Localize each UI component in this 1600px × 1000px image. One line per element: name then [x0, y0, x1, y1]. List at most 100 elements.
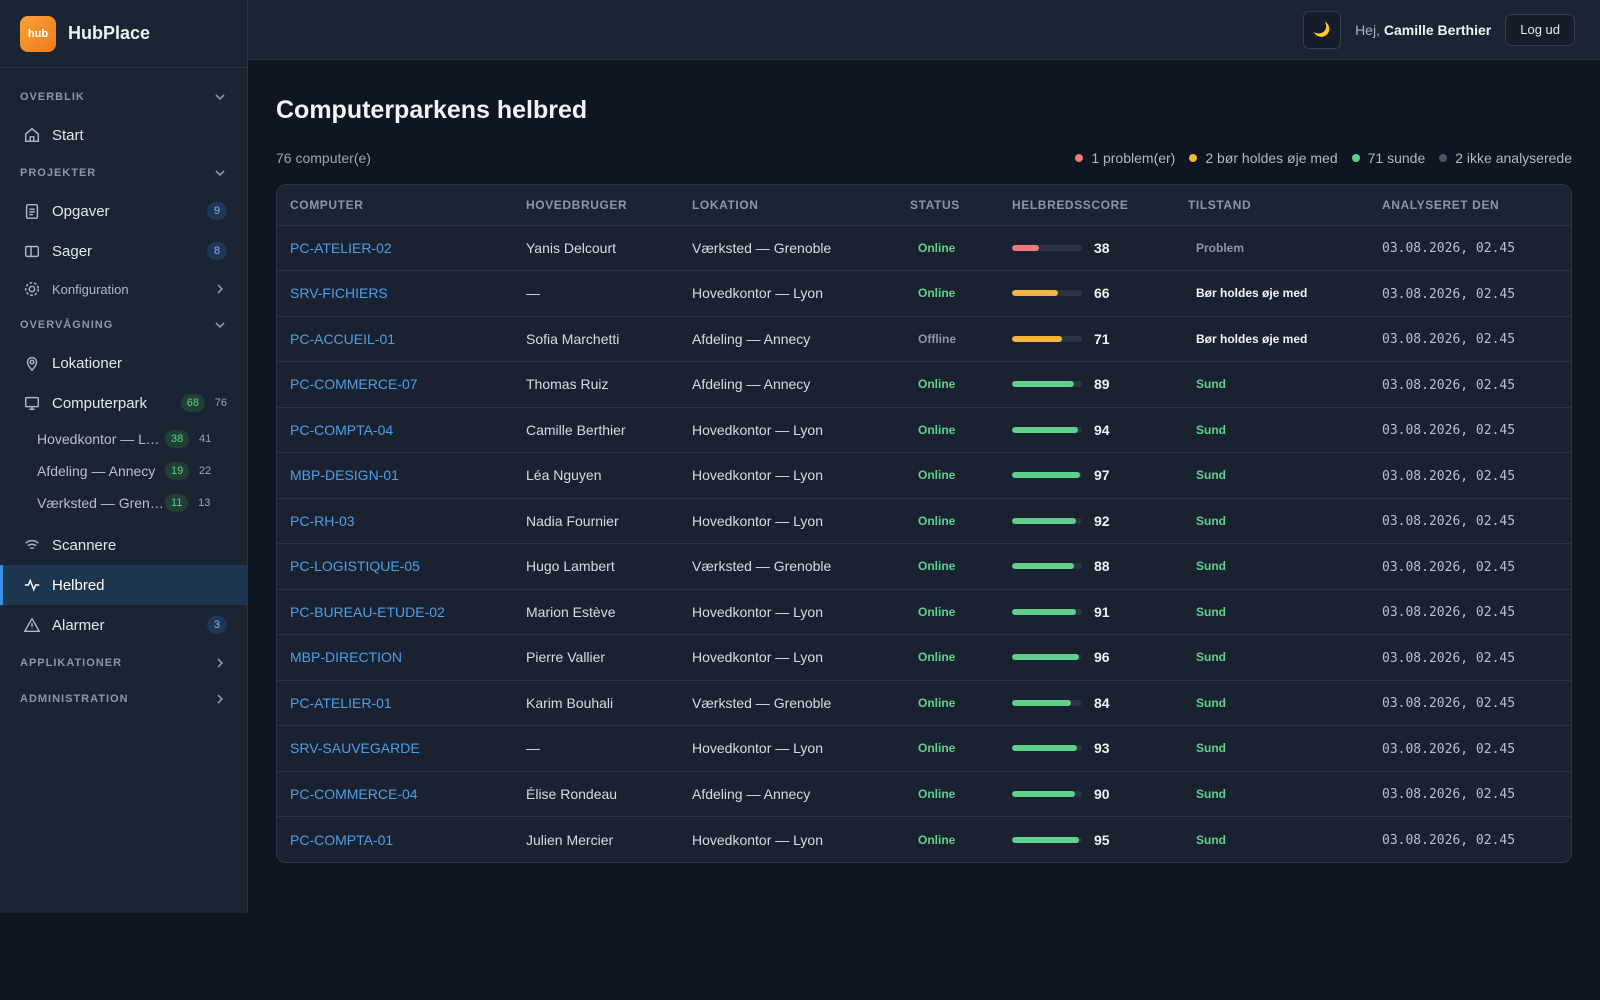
- sidebar-subitem-hovedkontor[interactable]: Hovedkontor — Lyon 38 41: [0, 423, 247, 455]
- table-row[interactable]: PC-BUREAU-ETUDE-02 Marion Estève Hovedkont…: [277, 589, 1571, 635]
- computer-link[interactable]: PC-ATELIER-02: [290, 240, 392, 256]
- cell-computer: SRV-FICHIERS: [277, 270, 513, 317]
- table-row[interactable]: PC-ATELIER-02 Yanis Delcourt Værksted — Gr…: [277, 225, 1571, 271]
- table-row[interactable]: PC-RH-03 Nadia Fournier Hovedkontor — Lyon…: [277, 498, 1571, 544]
- health-score: 94: [1012, 422, 1175, 438]
- score-bar-fill: [1012, 290, 1059, 297]
- computer-link[interactable]: SRV-SAUVEGARDE: [290, 740, 420, 756]
- section-label: PROJEKTER: [20, 167, 97, 179]
- table-row[interactable]: SRV-SAUVEGARDE — Hovedkontor — Lyon Online 9…: [277, 725, 1571, 772]
- computer-link[interactable]: PC-COMPTA-04: [290, 422, 393, 438]
- computer-link[interactable]: MBP-DIRECTION: [290, 649, 402, 665]
- table-row[interactable]: PC-ATELIER-01 Karim Bouhali Værksted — Gre…: [277, 680, 1571, 726]
- cell-location: Hovedkontor — Lyon: [679, 634, 897, 681]
- score-bar-fill: [1012, 472, 1080, 479]
- computer-link[interactable]: PC-BUREAU-ETUDE-02: [290, 604, 445, 620]
- cell-location: Hovedkontor — Lyon: [679, 725, 897, 772]
- computer-link[interactable]: SRV-FICHIERS: [290, 285, 388, 301]
- section-label: OVERBLIK: [20, 91, 85, 103]
- computer-link[interactable]: PC-COMMERCE-07: [290, 376, 418, 392]
- cell-location: Værksted — Grenoble: [679, 680, 897, 726]
- column-header-status[interactable]: STATUS: [897, 185, 999, 226]
- column-header-computer[interactable]: COMPUTER: [277, 185, 513, 226]
- cell-analyzed: 03.08.2026, 02.45: [1369, 771, 1571, 817]
- section-projekter[interactable]: PROJEKTER: [0, 155, 247, 191]
- condition-badge: Problem: [1196, 240, 1245, 255]
- section-applikationer[interactable]: APPLIKATIONER: [0, 645, 247, 681]
- cell-analyzed: 03.08.2026, 02.45: [1369, 498, 1571, 544]
- computer-link[interactable]: PC-LOGISTIQUE-05: [290, 558, 420, 574]
- brand[interactable]: hub HubPlace: [0, 0, 247, 68]
- sidebar-item-helbred[interactable]: Helbred: [0, 565, 247, 605]
- cell-location: Værksted — Grenoble: [679, 225, 897, 271]
- topbar: 🌙 Hej, Camille Berthier Log ud: [248, 0, 1600, 60]
- cell-condition: Sund: [1175, 725, 1369, 772]
- user-name: Camille Berthier: [1383, 21, 1492, 38]
- sidebar-item-opgaver[interactable]: Opgaver 9: [0, 191, 247, 231]
- sidebar-subitem-label: Værksted — Grenoble: [37, 495, 165, 511]
- table-row[interactable]: MBP-DESIGN-01 Léa Nguyen Hovedkontor — Lyo…: [277, 452, 1571, 499]
- computer-link[interactable]: PC-ACCUEIL-01: [290, 331, 395, 347]
- computer-link[interactable]: MBP-DESIGN-01: [290, 467, 399, 483]
- analyzed-date: 03.08.2026, 02.45: [1382, 696, 1516, 712]
- table-row[interactable]: PC-COMMERCE-04 Élise Rondeau Afdeling — An…: [277, 771, 1571, 817]
- health-score: 97: [1012, 467, 1175, 483]
- health-score: 95: [1012, 832, 1175, 848]
- column-header-user[interactable]: HOVEDBRUGER: [513, 185, 679, 226]
- cell-analyzed: 03.08.2026, 02.45: [1369, 634, 1571, 681]
- computer-link[interactable]: PC-COMMERCE-04: [290, 786, 418, 802]
- table-row[interactable]: SRV-FICHIERS — Hovedkontor — Lyon Online 66 B…: [277, 270, 1571, 317]
- table-header-row: COMPUTER HOVEDBRUGER LOKATION STATUS HEL…: [277, 185, 1571, 226]
- cell-condition: Sund: [1175, 361, 1369, 408]
- computer-link[interactable]: PC-RH-03: [290, 513, 355, 529]
- status-badge: Online: [918, 786, 956, 801]
- table-row[interactable]: PC-COMMERCE-07 Thomas Ruiz Afdeling — Anne…: [277, 361, 1571, 408]
- sidebar-item-label: Sager: [52, 242, 93, 260]
- cell-analyzed: 03.08.2026, 02.45: [1369, 407, 1571, 453]
- sidebar-item-lokationer[interactable]: Lokationer: [0, 343, 247, 383]
- cell-status: Online: [897, 817, 999, 863]
- table-row[interactable]: PC-LOGISTIQUE-05 Hugo Lambert Værksted — G…: [277, 543, 1571, 590]
- cell-status: Offline: [897, 316, 999, 362]
- theme-toggle-button[interactable]: 🌙: [1303, 10, 1342, 49]
- health-score: 88: [1012, 558, 1175, 574]
- table-row[interactable]: PC-COMPTA-04 Camille Berthier Hovedkontor …: [277, 407, 1571, 453]
- cell-status: Online: [897, 452, 999, 499]
- sidebar-subitem-vaerksted[interactable]: Værksted — Grenoble 11 13: [0, 487, 247, 519]
- section-overvaagning[interactable]: OVERVÅGNING: [0, 307, 247, 343]
- cell-location: Værksted — Grenoble: [679, 543, 897, 590]
- analyzed-date: 03.08.2026, 02.45: [1382, 559, 1516, 575]
- sidebar-item-computerpark[interactable]: Computerpark 68 76: [0, 383, 247, 423]
- computer-link[interactable]: PC-ATELIER-01: [290, 695, 392, 711]
- score-bar: [1012, 290, 1082, 297]
- sidebar-item-start[interactable]: Start: [0, 115, 247, 155]
- section-administration[interactable]: ADMINISTRATION: [0, 681, 247, 717]
- sidebar-item-label: Scannere: [52, 536, 117, 554]
- column-header-location[interactable]: LOKATION: [679, 185, 897, 226]
- table-row[interactable]: PC-COMPTA-01 Julien Mercier Hovedkontor — …: [277, 817, 1571, 863]
- sidebar-item-alarmer[interactable]: Alarmer 3: [0, 605, 247, 645]
- health-score: 96: [1012, 649, 1175, 665]
- section-overblik[interactable]: OVERBLIK: [0, 79, 247, 115]
- sidebar-item-sager[interactable]: Sager 8: [0, 231, 247, 271]
- table-row[interactable]: PC-ACCUEIL-01 Sofia Marchetti Afdeling — A…: [277, 316, 1571, 362]
- cell-computer: PC-RH-03: [277, 498, 513, 544]
- sidebar-item-konfiguration[interactable]: Konfiguration: [0, 271, 247, 307]
- sidebar-item-label: Lokationer: [52, 354, 123, 372]
- column-header-score[interactable]: HELBREDSSCORE: [999, 185, 1175, 226]
- column-header-analyzed[interactable]: ANALYSERET DEN: [1369, 185, 1571, 226]
- column-header-condition[interactable]: TILSTAND: [1175, 185, 1369, 226]
- table-row[interactable]: MBP-DIRECTION Pierre Vallier Hovedkontor —…: [277, 634, 1571, 681]
- chevron-down-icon: [213, 166, 227, 180]
- logout-button[interactable]: Log ud: [1505, 13, 1575, 46]
- cell-location: Hovedkontor — Lyon: [679, 589, 897, 635]
- cell-condition: Sund: [1175, 680, 1369, 726]
- gear-icon: [22, 279, 42, 299]
- moon-icon: 🌙: [1313, 21, 1331, 37]
- sidebar-subitem-afdeling[interactable]: Afdeling — Annecy 19 22: [0, 455, 247, 487]
- computer-link[interactable]: PC-COMPTA-01: [290, 832, 393, 848]
- sidebar-item-scannere[interactable]: Scannere: [0, 525, 247, 565]
- status-badge: Online: [918, 650, 956, 665]
- count-badge: 3: [207, 616, 227, 634]
- score-bar-fill: [1012, 654, 1080, 661]
